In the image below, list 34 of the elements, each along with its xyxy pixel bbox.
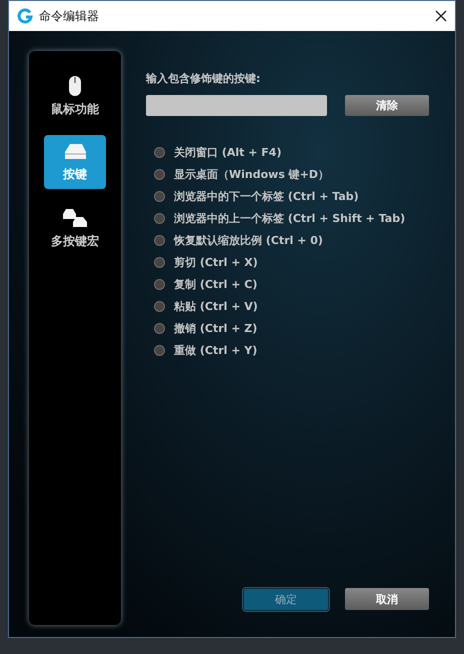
option-label: 粘贴 (Ctrl + V) [174,298,258,314]
option-label: 恢复默认缩放比例 (Ctrl + 0) [174,232,323,248]
close-icon[interactable] [435,10,447,22]
radio-button[interactable] [154,322,165,334]
cancel-button[interactable]: 取消 [345,588,429,610]
keystroke-label: 输入包含修饰键的按键: [146,71,262,86]
sidebar-item[interactable]: 按键 [44,135,106,189]
radio-button[interactable] [154,190,165,202]
option-label: 浏览器中的上一个标签 (Ctrl + Shift + Tab) [174,210,406,226]
option-label: 关闭窗口 (Alt + F4) [174,144,282,160]
radio-button[interactable] [154,300,165,312]
radio-button[interactable] [154,234,165,246]
radio-button[interactable] [154,256,165,268]
option-label: 显示桌面（Windows 键+D） [174,166,330,182]
radio-button[interactable] [154,212,165,224]
clear-button[interactable]: 清除 [345,95,429,116]
radio-button[interactable] [154,344,165,356]
key-icon [62,142,88,162]
option-label: 撤销 (Ctrl + Z) [174,320,258,336]
option-label: 重做 (Ctrl + Y) [174,342,258,358]
option-label: 剪切 (Ctrl + X) [174,254,258,270]
radio-button[interactable] [154,146,165,158]
sidebar-item[interactable]: 鼠标功能 [44,69,106,123]
option-label: 复制 (Ctrl + C) [174,276,258,292]
logo-icon [17,8,33,24]
keys-icon [61,206,89,228]
window-title: 命令编辑器 [39,8,100,24]
ok-button[interactable]: 确定 [243,588,329,611]
sidebar-item[interactable]: 多按键宏 [44,201,106,255]
radio-button[interactable] [154,278,165,290]
option-label: 浏览器中的下一个标签 (Ctrl + Tab) [174,188,359,204]
mouse-icon [68,74,82,96]
keystroke-field[interactable] [146,95,327,116]
radio-button[interactable] [154,168,165,180]
